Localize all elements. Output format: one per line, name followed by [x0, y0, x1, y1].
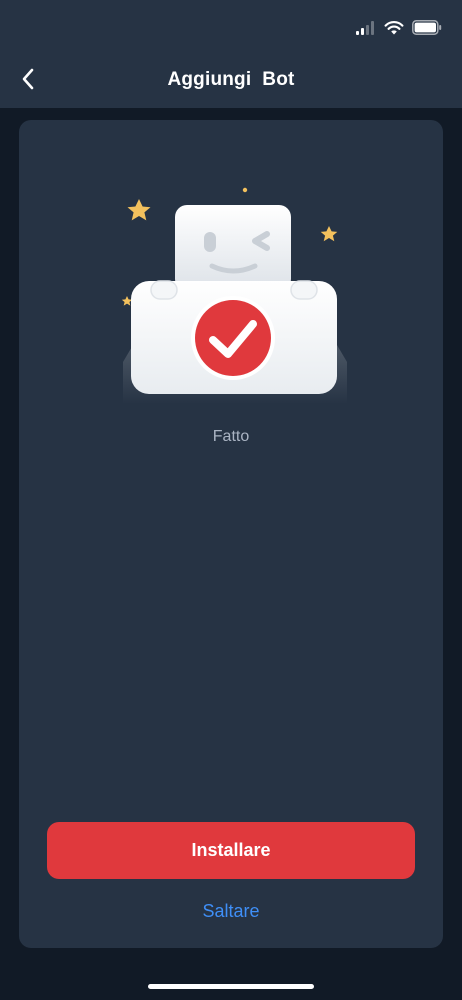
status-bar [0, 0, 462, 56]
robot-success-illustration [109, 182, 359, 412]
cellular-signal-icon [356, 20, 376, 40]
star-icon [121, 296, 133, 306]
battery-icon [412, 20, 442, 40]
status-text: Fatto [212, 428, 250, 445]
app-header: Aggiungi Bot [0, 0, 462, 108]
star-icon [127, 199, 151, 221]
page-title: Aggiungi Bot [167, 69, 295, 90]
skip-link[interactable]: Saltare [19, 901, 443, 922]
home-indicator[interactable] [148, 984, 314, 989]
wifi-icon [384, 20, 404, 40]
install-button[interactable]: Installare [47, 822, 415, 879]
setup-card: Fatto Installare Saltare [19, 120, 443, 948]
star-icon [320, 226, 338, 242]
status-icons [356, 19, 442, 41]
